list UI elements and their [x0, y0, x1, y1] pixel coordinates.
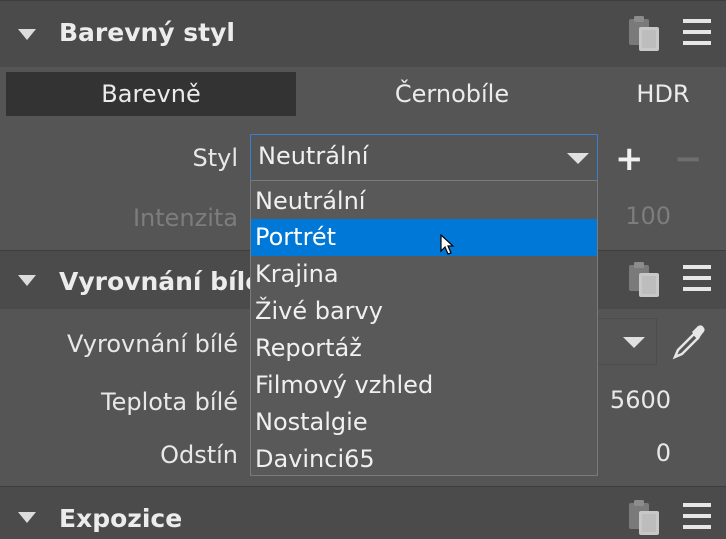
dropdown-option[interactable]: Neutrální — [251, 183, 597, 220]
style-select[interactable]: Neutrální — [250, 134, 598, 181]
hamburger-menu-icon[interactable] — [679, 13, 719, 53]
section-title: Vyrovnání bílé — [59, 267, 263, 296]
remove-style-button[interactable]: − — [674, 142, 703, 176]
mouse-cursor-icon — [440, 234, 455, 255]
tint-label: Odstín — [160, 441, 238, 469]
dropdown-option[interactable]: Reportáž — [251, 330, 597, 367]
dropdown-option[interactable]: Davinci65 — [251, 441, 597, 478]
section-title: Barevný styl — [59, 18, 236, 47]
tint-value[interactable]: 0 — [656, 439, 671, 467]
clipboard-icon[interactable] — [625, 13, 665, 53]
temperature-label: Teplota bílé — [100, 388, 238, 416]
dropdown-option[interactable]: Filmový vzhled — [251, 367, 597, 404]
clipboard-icon[interactable] — [625, 497, 665, 537]
style-label: Styl — [192, 144, 238, 172]
intensity-value[interactable]: 100 — [625, 202, 671, 230]
dropdown-option[interactable]: Krajina — [251, 256, 597, 293]
dropdown-option[interactable]: Živé barvy — [251, 293, 597, 330]
section-title: Expozice — [59, 504, 183, 533]
section-header-exposure[interactable]: Expozice — [0, 486, 726, 539]
tab-color[interactable]: Barevně — [6, 72, 296, 116]
dropdown-option-highlighted[interactable]: Portrét — [251, 219, 597, 256]
hamburger-menu-icon[interactable] — [679, 259, 719, 299]
temperature-value[interactable]: 5600 — [610, 386, 671, 414]
style-dropdown-list[interactable]: Neutrální Portrét Krajina Živé barvy Rep… — [250, 180, 598, 476]
chevron-down-icon — [567, 153, 589, 164]
eyedropper-icon[interactable] — [668, 322, 708, 362]
white-balance-mode-label: Vyrovnání bílé — [67, 330, 238, 358]
add-style-button[interactable]: + — [615, 142, 644, 176]
hamburger-menu-icon[interactable] — [679, 497, 719, 537]
style-select-value: Neutrální — [258, 142, 369, 170]
intensity-label: Intenzita — [132, 204, 238, 232]
collapse-triangle-icon[interactable] — [18, 275, 36, 286]
tab-hdr[interactable]: HDR — [608, 72, 718, 116]
tab-black-white[interactable]: Černobíle — [302, 72, 602, 116]
collapse-triangle-icon[interactable] — [18, 29, 36, 40]
clipboard-icon[interactable] — [625, 259, 665, 299]
chevron-down-icon — [623, 337, 645, 348]
section-header-color-style[interactable]: Barevný styl — [0, 0, 726, 67]
dropdown-option[interactable]: Nostalgie — [251, 404, 597, 441]
collapse-triangle-icon[interactable] — [18, 512, 36, 523]
